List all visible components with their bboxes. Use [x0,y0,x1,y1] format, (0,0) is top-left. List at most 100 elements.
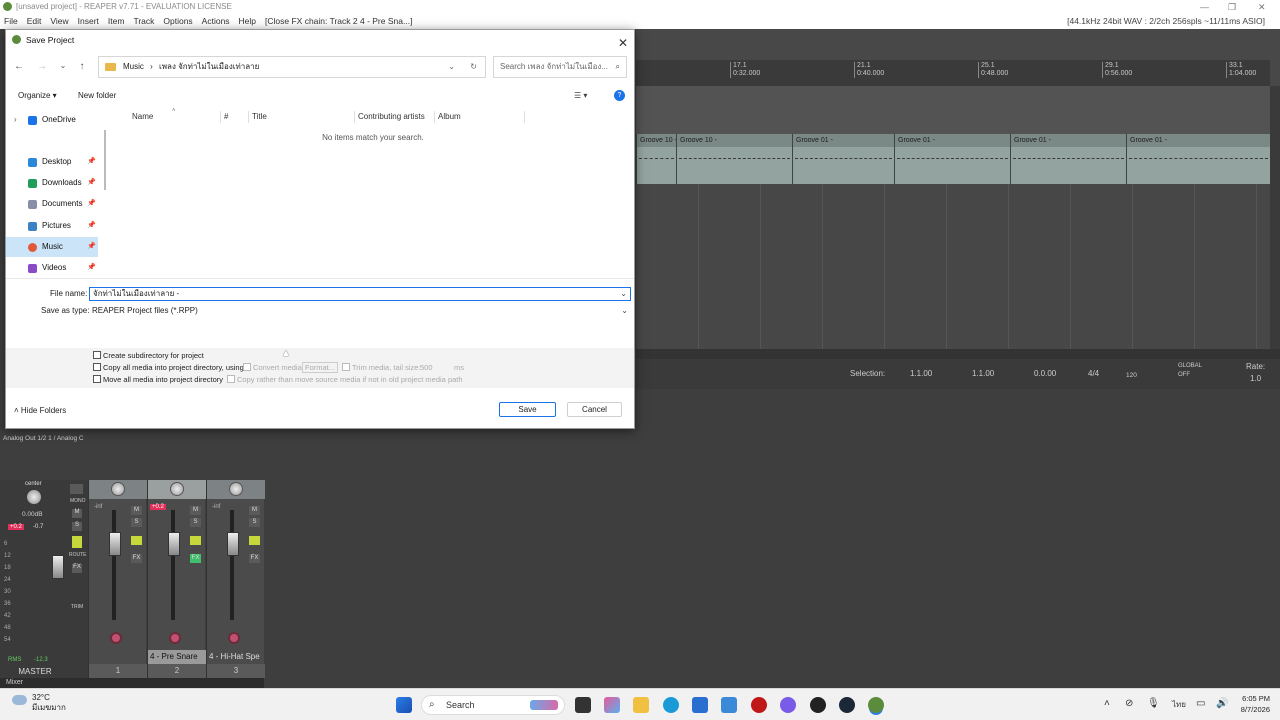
menu-view[interactable]: View [50,14,68,29]
move-media-checkbox[interactable] [93,375,101,383]
horizontal-scrollbar[interactable] [636,349,1280,359]
empty-track-area[interactable] [636,184,1270,349]
record-arm-button[interactable] [169,632,181,644]
copy-rather-checkbox[interactable] [227,375,235,383]
master-fx-button[interactable]: FX [72,564,82,573]
nav-item-videos[interactable]: Videos 📌 [6,258,98,278]
pin-icon[interactable]: 📌 [87,216,96,236]
pin-icon[interactable]: 📌 [87,194,96,214]
volume-fader[interactable] [168,532,180,556]
menu-track[interactable]: Track [133,14,154,29]
selection-start[interactable]: 1.1.00 [910,369,932,378]
nav-item-downloads[interactable]: Downloads 📌 [6,173,98,193]
track-lane[interactable] [636,86,1270,134]
chevron-up-icon[interactable]: ˄ [1104,698,1110,709]
nav-item-desktop[interactable]: Desktop 📌 [6,152,98,172]
master-trim-button[interactable]: TRIM [71,604,83,610]
column-separator[interactable] [220,111,221,123]
language-indicator[interactable]: ไทย [1172,698,1186,711]
forward-arrow-icon[interactable]: → [35,61,49,72]
media-item[interactable]: Groove 01 - [1010,134,1126,184]
hide-folders-button[interactable]: ˄ Hide Folders [6,404,126,418]
address-bar[interactable]: Music › เพลง จักท่าไม่ในเมืองเท่าลาย ⌄ ↻ [98,56,486,78]
pin-icon[interactable]: 📌 [87,237,96,257]
pin-icon[interactable]: 📌 [87,152,96,172]
menu-item[interactable]: Item [108,14,125,29]
pan-knob[interactable] [229,482,243,496]
nav-scrollbar[interactable] [104,130,106,190]
outlook-icon[interactable] [721,697,737,713]
edge-icon[interactable] [663,697,679,713]
steam-icon[interactable] [839,697,855,713]
new-folder-button[interactable]: New folder [78,87,116,105]
window-close-icon[interactable]: ✕ [1258,0,1266,14]
volume-fader[interactable] [109,532,121,556]
menu-options[interactable]: Options [163,14,192,29]
save-button[interactable]: Save [499,402,556,417]
media-item[interactable]: Groove 01 - [894,134,1010,184]
reaper-taskbar-icon[interactable] [868,697,884,713]
record-arm-button[interactable] [228,632,240,644]
chevron-down-icon[interactable]: ⌄ [448,57,455,77]
back-arrow-icon[interactable]: ← [12,61,26,72]
speaker-icon[interactable]: 🔊 [1216,698,1228,709]
task-view-icon[interactable] [575,697,591,713]
selection-end[interactable]: 1.1.00 [972,369,994,378]
master-env-button[interactable] [72,536,82,548]
solo-button[interactable]: S [249,518,260,527]
clock[interactable]: 6:05 PM 8/7/2026 [1241,693,1270,715]
start-icon[interactable] [396,697,412,713]
timeline-ruler[interactable]: 17.1 0:32.000 21.1 0:40.000 25.1 0:48.000 2… [636,60,1270,86]
column-separator[interactable] [248,111,249,123]
network-icon[interactable]: ⊘ [1125,698,1133,709]
media-item[interactable]: Groove 01 - [792,134,894,184]
column-album[interactable]: Album [438,110,461,124]
track-name[interactable] [89,650,147,664]
global-off[interactable]: OFF [1178,372,1190,378]
nav-item-music[interactable]: Music 📌 [6,237,98,257]
refresh-icon[interactable]: ↻ [470,57,477,77]
menu-edit[interactable]: Edit [27,14,42,29]
mute-button[interactable]: M [249,506,260,515]
menu-insert[interactable]: Insert [78,14,99,29]
copy-media-checkbox[interactable] [93,363,101,371]
app-red-icon[interactable] [751,697,767,713]
solo-button[interactable]: S [190,518,201,527]
convert-media-checkbox[interactable] [243,363,251,371]
store-icon[interactable] [692,697,708,713]
column-separator[interactable] [354,111,355,123]
discord-icon[interactable] [780,697,796,713]
file-name-field[interactable]: จักท่าไม่ในเมืองเท่าลาย - ⌄ [89,287,631,301]
app-dark-icon[interactable] [810,697,826,713]
media-item[interactable]: Groove 01 - [1126,134,1270,184]
solo-button[interactable]: S [131,518,142,527]
track-name[interactable]: 4 - Hi-Hat Spe [207,650,265,664]
master-fader[interactable] [52,555,64,579]
pin-icon[interactable]: 📌 [87,258,96,278]
master-solo-button[interactable]: S [72,522,82,531]
pin-icon[interactable]: 📌 [87,173,96,193]
chevron-down-icon[interactable]: ⌄ [621,304,628,318]
close-icon[interactable]: ✕ [618,33,628,53]
file-explorer-icon[interactable] [633,697,649,713]
subdirectory-checkbox[interactable] [93,351,101,359]
microphone-icon[interactable]: 🎙 [1147,698,1160,709]
menu-help[interactable]: Help [239,14,256,29]
recent-locations-icon[interactable]: ⌄ [56,61,70,70]
restore-icon[interactable]: ❐ [1228,0,1236,14]
mixer-tab[interactable]: Mixer [0,678,264,688]
pan-knob[interactable] [170,482,184,496]
mute-button[interactable]: M [131,506,142,515]
volume-fader[interactable] [227,532,239,556]
column-artists[interactable]: Contributing artists [358,110,425,124]
chevron-down-icon[interactable]: ⌄ [620,288,627,300]
column-separator[interactable] [434,111,435,123]
global-label[interactable]: GLOBAL [1178,363,1202,369]
search-input[interactable]: Search เพลง จักท่าไม่ในเมือง... ⌕ [493,56,627,78]
copilot-icon[interactable] [604,697,620,713]
master-pan-knob[interactable] [27,490,41,504]
media-item[interactable]: Groove 10 - [676,134,792,184]
nav-item-pictures[interactable]: Pictures 📌 [6,216,98,236]
nav-item-onedrive[interactable]: › OneDrive [6,110,98,130]
weather-widget[interactable]: 32°C มีเมฆมาก [10,693,66,713]
